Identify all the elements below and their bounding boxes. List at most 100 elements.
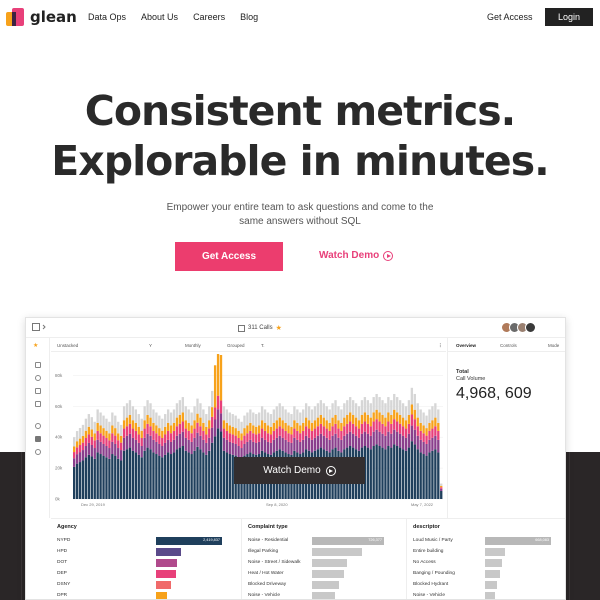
bar-segment — [293, 437, 296, 451]
breakdown-row-label[interactable]: Illegal Parking — [248, 549, 278, 554]
breakdown-bar[interactable] — [156, 581, 171, 589]
breakdown-row-label[interactable]: DEP — [57, 571, 67, 576]
column-header[interactable]: descriptor — [413, 524, 440, 530]
bar-segment — [155, 412, 158, 426]
breakdown-row-label[interactable]: Noise - Vehicle — [413, 593, 445, 598]
bar-segment — [181, 445, 184, 499]
bar-segment — [166, 439, 170, 453]
logo[interactable]: glean — [6, 8, 77, 26]
bar-segment — [366, 414, 369, 424]
login-button[interactable]: Login — [545, 8, 593, 26]
bar-segment — [202, 452, 205, 499]
bar-segment — [146, 447, 149, 499]
star-icon[interactable]: ★ — [33, 342, 38, 349]
bar-segment — [387, 397, 390, 413]
breakdown-bar[interactable] — [485, 581, 497, 589]
breakdown-bar[interactable]: 668,083 — [485, 537, 551, 545]
breakdown-row-label[interactable]: NYPD — [57, 538, 70, 543]
breakdown-row-label[interactable]: DOT — [57, 560, 67, 565]
sidebar-icon[interactable] — [35, 449, 41, 455]
breakdown-row-label[interactable]: Heat / Hot Water — [248, 571, 284, 576]
sidebar-icon[interactable] — [35, 436, 41, 442]
more-icon[interactable]: ⋮ — [438, 343, 443, 349]
nav-link-blog[interactable]: Blog — [240, 12, 258, 22]
avatar[interactable] — [525, 322, 536, 333]
bar-segment — [84, 430, 88, 438]
sidebar-icon[interactable] — [35, 401, 41, 407]
bar-segment — [193, 406, 196, 421]
sidebar-icon[interactable] — [35, 423, 41, 429]
breakdown-bar[interactable] — [156, 592, 167, 599]
nav-link-about-us[interactable]: About Us — [141, 12, 178, 22]
nav-link-data-ops[interactable]: Data Ops — [88, 12, 126, 22]
breakdown-row-label[interactable]: Blocked Hydrant — [413, 582, 448, 587]
nav-link-careers[interactable]: Careers — [193, 12, 225, 22]
star-icon[interactable]: ★ — [276, 324, 282, 332]
watch-demo-link[interactable]: Watch Demo — [319, 250, 394, 261]
bar-segment — [393, 419, 396, 430]
bar-segment — [225, 409, 229, 423]
breakdown-bar[interactable] — [312, 581, 340, 589]
sidebar-icon[interactable] — [35, 388, 41, 394]
breakdown-row-label[interactable]: HPD — [57, 549, 67, 554]
toolbar-monthly[interactable]: Monthly — [185, 343, 201, 348]
bar-segment — [199, 449, 202, 499]
bar-segment — [93, 421, 96, 434]
bar-segment — [269, 442, 273, 455]
breakdown-bar[interactable] — [485, 548, 505, 556]
bar-segment — [240, 433, 243, 441]
breakdown-bar[interactable] — [312, 570, 344, 578]
bar-segment — [437, 430, 440, 440]
toolbar-filter[interactable]: T. — [261, 343, 265, 348]
column-header[interactable]: Complaint type — [248, 524, 288, 530]
breakdown-row-label[interactable]: Blocked Driveway — [248, 582, 286, 587]
breakdown-row-label[interactable]: Entire building — [413, 549, 443, 554]
breakdown-row-label[interactable]: Noise - Residential — [248, 538, 288, 543]
breakdown-row-label[interactable]: DPR — [57, 593, 67, 598]
grid-line-left — [0, 452, 22, 600]
toolbar-y-axis[interactable]: Y — [149, 343, 152, 348]
sidebar-icon[interactable] — [35, 375, 41, 381]
breakdown-bar[interactable] — [312, 592, 336, 599]
breakdown-bar[interactable] — [312, 548, 363, 556]
breakdown-row-label[interactable]: Noise - Street / Sidewalk — [248, 560, 301, 565]
tab-mode[interactable]: Mode — [548, 343, 559, 348]
breakdown-bar[interactable] — [312, 559, 347, 567]
bar-segment — [172, 452, 176, 499]
breakdown-bar[interactable] — [156, 559, 178, 567]
breakdown-bar[interactable] — [156, 570, 176, 578]
breakdown-bar[interactable] — [485, 592, 495, 599]
breakdown-row-label[interactable]: Loud Music / Party — [413, 538, 453, 543]
breakdown-bar[interactable] — [485, 570, 500, 578]
breakdown-row-label[interactable]: DSNY — [57, 582, 70, 587]
bar-value: 2,419,837 — [203, 538, 220, 542]
watch-demo-overlay-button[interactable]: Watch Demo — [234, 457, 365, 484]
watch-demo-overlay-label: Watch Demo — [263, 465, 321, 476]
toolbar-unstacked[interactable]: Unstacked — [57, 343, 78, 348]
breakdown-row-label[interactable]: Noise - Vehicle — [248, 593, 280, 598]
nav-get-access-link[interactable]: Get Access — [487, 12, 533, 22]
breakdown-bar[interactable]: 2,419,837 — [156, 537, 222, 545]
sidebar-icon[interactable] — [35, 362, 41, 368]
tab-controls[interactable]: Controls — [500, 343, 517, 348]
toolbar-grouped[interactable]: Grouped — [227, 343, 245, 348]
column-header[interactable]: Agency — [57, 524, 77, 530]
bar-segment — [216, 409, 220, 429]
breakdown-bar[interactable] — [156, 548, 182, 556]
bar-segment — [140, 437, 143, 446]
bar-segment — [328, 439, 331, 453]
bar-segment — [199, 417, 202, 427]
breakdown-row-label[interactable]: No Access — [413, 560, 436, 565]
tab-overview[interactable]: Overview — [456, 343, 476, 348]
breakdown-bar[interactable] — [485, 559, 503, 567]
bar-segment — [219, 400, 223, 414]
bar-segment — [166, 430, 170, 440]
sidebar-toggle-icon[interactable] — [32, 323, 48, 332]
bar-segment — [114, 435, 117, 444]
breakdown-bar[interactable]: 726,377 — [312, 537, 384, 545]
bar-segment — [175, 403, 179, 418]
bar-segment — [149, 403, 152, 418]
get-access-button[interactable]: Get Access — [175, 242, 283, 271]
bar-segment — [263, 439, 267, 453]
breakdown-row-label[interactable]: Banging / Pounding — [413, 571, 455, 576]
